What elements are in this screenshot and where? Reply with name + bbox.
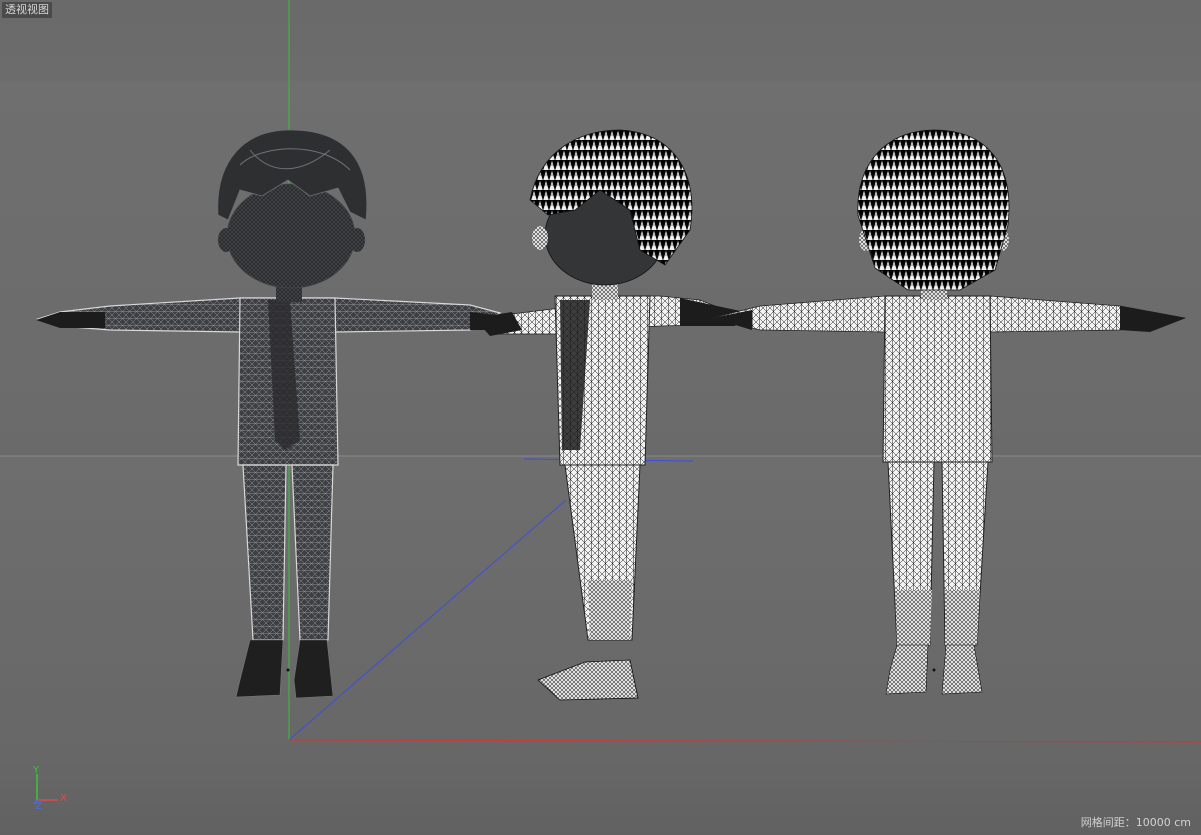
character-model-side[interactable] [474, 129, 745, 701]
perspective-viewport[interactable]: 透视视图 Y X Z 网格间距：10000 cm [0, 0, 1201, 835]
world-x-axis [288, 739, 1201, 743]
character-model-front[interactable] [36, 129, 520, 699]
grid-spacing-readout: 网格间距：10000 cm [1080, 816, 1191, 829]
pivot-dot [286, 668, 290, 672]
pivot-dot [932, 668, 936, 672]
axis-gizmo: Y X Z [28, 764, 78, 814]
viewport-name-label[interactable]: 透视视图 [2, 2, 52, 18]
character-model-back[interactable] [711, 129, 1186, 695]
axis-z-label: Z [35, 801, 42, 812]
viewport-scene[interactable] [0, 0, 1201, 835]
axis-x-label: X [60, 793, 67, 804]
axis-y-label: Y [33, 765, 40, 776]
